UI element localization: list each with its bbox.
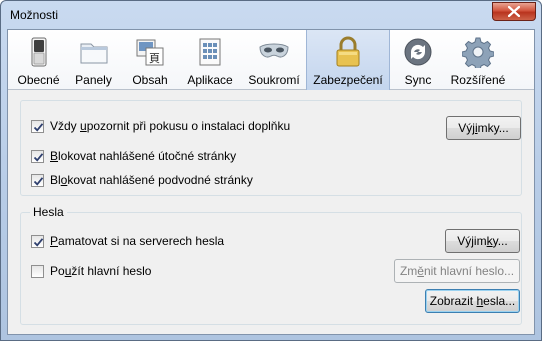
title-bar[interactable]: Možnosti [1, 1, 541, 29]
dialog-client: Obecné Panely 頁 Obsah Aplikace Soukromí … [7, 29, 535, 335]
tab-label: Rozšířené [450, 73, 506, 87]
sync-icon [404, 38, 432, 66]
remember-passwords-checkbox[interactable] [31, 234, 44, 248]
options-window: Možnosti Obecné Panely 頁 Obsah Aplikace … [0, 0, 542, 341]
close-button[interactable] [492, 2, 536, 21]
warn-addons-row[interactable]: Vždy upozornit při pokusu o instalaci do… [31, 119, 290, 133]
svg-text:頁: 頁 [149, 52, 160, 65]
block-attack-label: Blokovat nahlášené útočné stránky [50, 149, 237, 163]
block-attack-checkbox[interactable] [31, 149, 44, 163]
tab-label: Panely [75, 73, 112, 87]
block-forgery-checkbox[interactable] [31, 173, 44, 187]
master-password-checkbox[interactable] [31, 264, 44, 278]
mask-icon [259, 43, 289, 58]
tab-label: Obsah [132, 73, 168, 87]
tab-privacy[interactable]: Soukromí [242, 30, 306, 90]
pane-toolbar: Obecné Panely 頁 Obsah Aplikace Soukromí … [8, 30, 534, 90]
tab-label: Soukromí [248, 73, 300, 87]
change-master-password-button[interactable]: Změnit hlavní heslo... [394, 259, 520, 283]
tab-security[interactable]: Zabezpečení [306, 30, 390, 90]
tab-applications[interactable]: Aplikace [178, 30, 242, 90]
checkmark-icon [33, 176, 44, 186]
addon-exceptions-button[interactable]: Výjimky... [446, 116, 521, 140]
gear-icon [462, 37, 494, 68]
remember-passwords-row[interactable]: Pamatovat si na serverech hesla [31, 234, 224, 248]
switch-icon [31, 37, 46, 67]
applications-icon [199, 38, 221, 66]
tab-content[interactable]: 頁 Obsah [122, 30, 178, 90]
window-title: Možnosti [10, 8, 59, 22]
checkmark-icon [33, 237, 44, 247]
tab-tabs[interactable]: Panely [65, 30, 122, 90]
block-forgery-row[interactable]: Blokovat nahlášené podvodné stránky [31, 173, 253, 187]
folder-tabs-icon [80, 43, 107, 64]
warn-addons-label: Vždy upozornit při pokusu o instalaci do… [50, 119, 291, 133]
tab-sync[interactable]: Sync [390, 30, 446, 90]
padlock-icon [336, 36, 360, 67]
warn-addons-checkbox[interactable] [31, 119, 44, 133]
master-password-row[interactable]: Použít hlavní heslo [31, 264, 151, 278]
close-icon [508, 6, 520, 17]
tab-label: Zabezpečení [313, 73, 383, 87]
remember-passwords-label: Pamatovat si na serverech hesla [50, 234, 225, 248]
passwords-caption: Hesla [30, 205, 67, 219]
block-attack-row[interactable]: Blokovat nahlášené útočné stránky [31, 149, 236, 163]
block-forgery-label: Blokovat nahlášené podvodné stránky [50, 173, 253, 187]
tab-label: Sync [404, 73, 432, 87]
tab-label: Obecné [17, 73, 60, 87]
password-exceptions-button[interactable]: Výjimky... [445, 229, 520, 253]
show-passwords-button[interactable]: Zobrazit hesla... [425, 289, 520, 313]
checkmark-icon [33, 122, 44, 132]
security-group: Vždy upozornit při pokusu o instalaci do… [20, 100, 522, 196]
master-password-label: Použít hlavní heslo [50, 264, 152, 278]
tab-advanced[interactable]: Rozšířené [446, 30, 510, 90]
tab-general[interactable]: Obecné [12, 30, 65, 90]
content-icon: 頁 [136, 39, 164, 66]
checkmark-icon [33, 152, 44, 162]
tab-label: Aplikace [187, 73, 233, 87]
passwords-group: Hesla Pamatovat si na serverech hesla Vý… [20, 205, 522, 325]
